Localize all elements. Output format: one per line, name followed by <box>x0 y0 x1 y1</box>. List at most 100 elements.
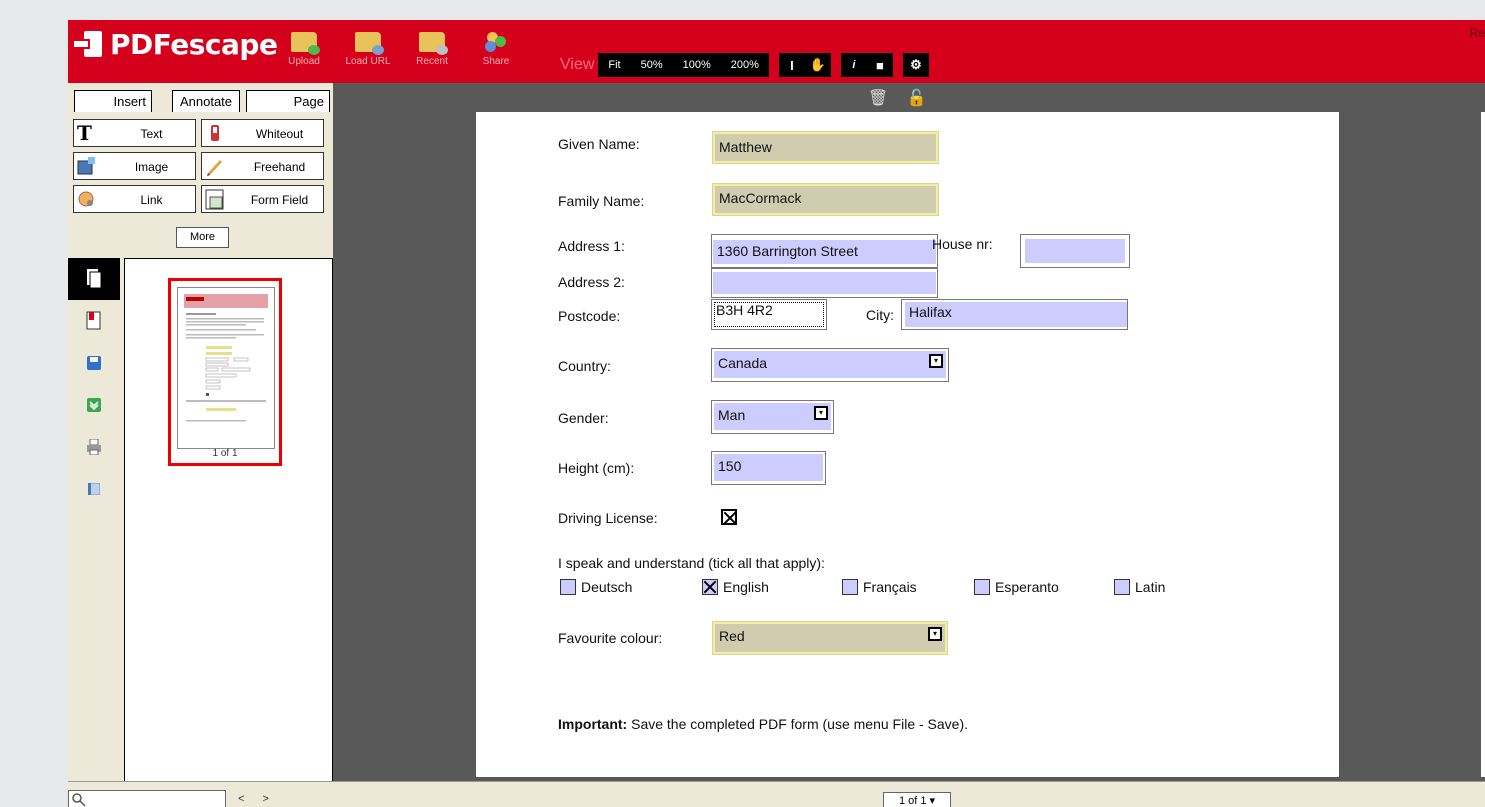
pages-view-button[interactable] <box>68 258 120 300</box>
floppy-save-icon <box>87 356 101 370</box>
languages-label: I speak and understand (tick all that ap… <box>558 555 825 571</box>
upload-label: Upload <box>288 56 320 67</box>
load-url-label: Load URL <box>345 56 391 67</box>
lang-deutsch-label: Deutsch <box>581 579 633 595</box>
freehand-tool-button[interactable]: Freehand <box>201 152 324 180</box>
link-tool-button[interactable]: Link <box>73 185 196 213</box>
family-name-field[interactable]: MacCormack <box>712 183 939 216</box>
page-controls: 🗑 🔓 <box>868 88 927 108</box>
lang-francais-checkbox[interactable] <box>842 579 858 595</box>
postcode-label: Postcode: <box>558 308 621 324</box>
viewbar-divider <box>830 53 841 77</box>
form-field-tool-button[interactable]: Form Field <box>201 185 324 213</box>
lang-latin-checkbox[interactable] <box>1114 579 1130 595</box>
text-select-icon[interactable]: I <box>779 53 805 77</box>
load-url-folder-icon <box>355 32 384 55</box>
address1-field[interactable]: 1360 Barrington Street <box>713 240 936 264</box>
bottom-bar: <> 1 of 1 ▾ <box>68 781 1485 807</box>
unlock-icon[interactable]: 🔓 <box>907 90 927 107</box>
page-nav: <> <box>238 793 287 805</box>
tab-page[interactable]: Page <box>246 90 330 112</box>
more-tools-button[interactable]: More <box>176 227 229 248</box>
gender-select[interactable]: Man ▾ <box>714 403 831 430</box>
load-url-button[interactable]: Load URL <box>340 32 396 67</box>
recent-folder-icon <box>419 32 448 55</box>
page-sidebar <box>68 258 120 793</box>
height-field[interactable]: 150 <box>714 454 823 481</box>
lang-english-checkbox[interactable] <box>702 579 718 595</box>
prev-page-button[interactable]: < <box>238 793 262 805</box>
lang-latin-label: Latin <box>1135 579 1166 595</box>
page-thumbnail[interactable]: 1 of 1 <box>168 278 282 466</box>
colour-select[interactable]: Red ▾ <box>712 621 948 655</box>
hand-tool-icon[interactable]: ✋ <box>805 53 831 77</box>
freehand-tool-label: Freehand <box>253 160 306 174</box>
lang-esperanto-label: Esperanto <box>995 579 1059 595</box>
whiteout-tool-label: Whiteout <box>255 127 304 141</box>
printer-icon <box>87 439 101 455</box>
country-select[interactable]: Canada ▾ <box>714 351 946 378</box>
pdf-page: Given Name: Matthew Family Name: MacCorm… <box>476 112 1339 777</box>
colour-label: Favourite colour: <box>558 630 663 646</box>
text-tool-label: Text <box>140 127 163 141</box>
driving-license-label: Driving License: <box>558 510 658 526</box>
page-select[interactable]: 1 of 1 ▾ <box>883 792 951 807</box>
chevron-down-icon: ▾ <box>928 627 942 641</box>
pdfescape-logo[interactable]: PDFescape <box>72 24 278 64</box>
thumbnail-page-label: 1 of 1 <box>212 448 238 459</box>
print-button[interactable] <box>68 426 120 468</box>
country-value: Canada <box>718 355 768 371</box>
tab-annotate[interactable]: Annotate <box>172 90 240 112</box>
image-icon <box>77 156 97 176</box>
zoom-100-button[interactable]: 100% <box>673 59 721 71</box>
logo-icon <box>72 31 102 57</box>
whiteout-tool-button[interactable]: Whiteout <box>201 119 324 147</box>
upload-folder-icon <box>291 32 320 55</box>
save-button[interactable] <box>68 342 120 384</box>
postcode-field[interactable]: B3H 4R2 <box>711 299 827 330</box>
top-right-text: Re <box>1469 26 1485 40</box>
upload-button[interactable]: Upload <box>276 32 332 67</box>
trash-icon[interactable]: 🗑 <box>868 90 888 107</box>
gear-icon[interactable]: ⚙ <box>903 53 929 77</box>
lock-icon[interactable]: ■ <box>867 53 893 77</box>
recent-button[interactable]: Recent <box>404 32 460 67</box>
download-chevron-icon <box>87 398 101 412</box>
gender-label: Gender: <box>558 410 609 426</box>
share-label: Share <box>482 56 510 67</box>
driving-license-checkbox[interactable] <box>721 509 737 525</box>
important-bold: Important: <box>558 716 628 732</box>
address2-label: Address 2: <box>558 274 625 290</box>
tool-tabs: Insert Annotate Page <box>68 88 333 112</box>
important-note: Important: Save the completed PDF form (… <box>558 716 968 732</box>
bookmark-page-icon <box>86 311 101 330</box>
house-nr-field[interactable] <box>1025 239 1125 263</box>
given-name-field[interactable]: Matthew <box>712 131 939 164</box>
lang-esperanto-checkbox[interactable] <box>974 579 990 595</box>
logo-text: PDFescape <box>110 27 278 61</box>
download-button[interactable] <box>68 384 120 426</box>
next-page-button[interactable]: > <box>262 793 286 805</box>
thumbnail-panel: 1 of 1 <box>124 258 333 784</box>
link-globe-icon <box>77 189 97 209</box>
info-icon[interactable]: i <box>841 53 867 77</box>
lang-francais-label: Français <box>863 579 917 595</box>
address2-field[interactable] <box>713 272 936 294</box>
zoom-200-button[interactable]: 200% <box>721 59 769 71</box>
tab-insert[interactable]: Insert <box>74 90 152 112</box>
text-t-icon: T <box>77 121 92 145</box>
page-properties-button[interactable] <box>68 468 120 510</box>
zoom-50-button[interactable]: 50% <box>631 59 673 71</box>
text-tool-button[interactable]: T Text <box>73 119 196 147</box>
viewbar-divider <box>892 53 903 77</box>
pencil-icon <box>205 156 225 176</box>
share-button[interactable]: Share <box>468 32 524 67</box>
lang-deutsch-checkbox[interactable] <box>560 579 576 595</box>
address1-label: Address 1: <box>558 238 625 254</box>
city-field[interactable]: Halifax <box>905 302 1127 327</box>
image-tool-button[interactable]: Image <box>73 152 196 180</box>
zoom-fit-button[interactable]: Fit <box>598 59 630 71</box>
search-input[interactable] <box>68 790 226 807</box>
thumbnail-preview <box>177 287 275 449</box>
bookmarks-button[interactable] <box>68 300 120 342</box>
